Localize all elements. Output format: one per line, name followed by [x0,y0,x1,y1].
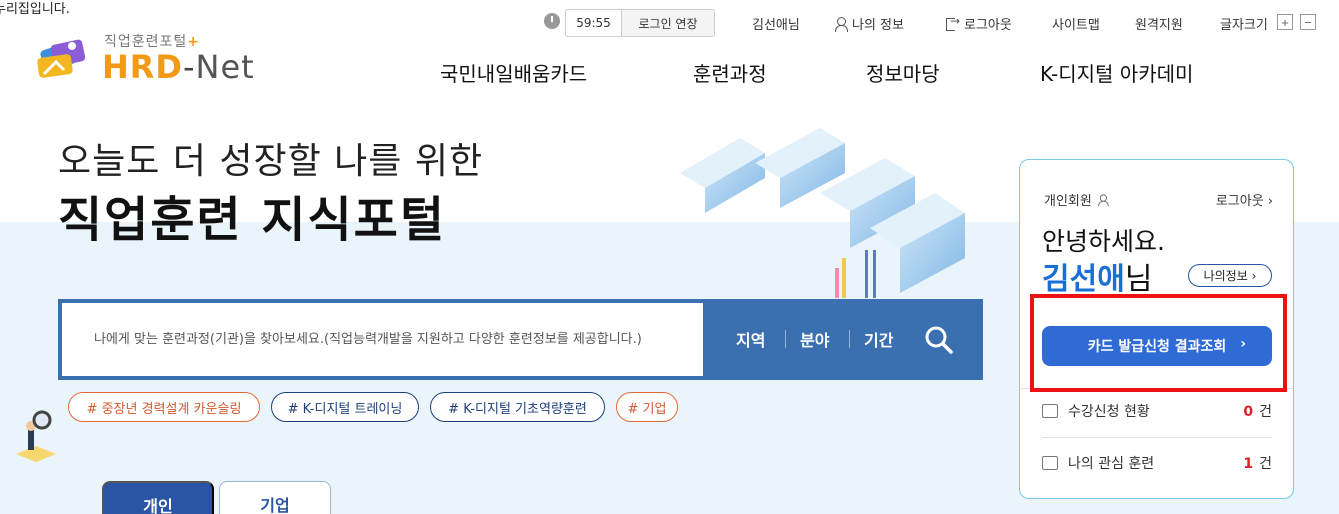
enrollment-status-row[interactable]: 수강신청 현황 0건 [1042,396,1272,426]
chevron-right-icon: › [1267,194,1273,209]
gnb-info-square[interactable]: 정보마당 [866,58,940,87]
enrollment-count-value: 0 [1243,404,1254,420]
logout-icon [946,14,960,31]
tag-k-digital-basic[interactable]: # K-디지털 기초역량훈련 [430,392,605,422]
interest-training-label: 나의 관심 훈련 [1068,456,1155,472]
filter-divider [849,330,850,348]
interest-count-value: 1 [1243,456,1254,472]
tab-company[interactable]: 기업 [219,481,331,514]
hrd-net-logo[interactable]: 직업훈련포털+ HRD-Net [34,28,264,88]
login-extend-button[interactable]: 로그인 연장 [622,10,714,36]
font-size-decrease-button[interactable]: − [1300,14,1316,30]
panel-myinfo-button[interactable]: 나의정보 › [1188,264,1272,287]
count-unit: 건 [1259,404,1272,420]
panel-logout-label: 로그아웃 [1215,194,1264,209]
logo-wordmark: HRD-Net [102,48,255,86]
card-issue-result-button[interactable]: 카드 발급신청 결과조회 › [1042,326,1272,366]
person-icon [1097,193,1109,206]
logout-label: 로그아웃 [964,18,1012,33]
search-icon[interactable] [924,325,954,355]
monitor-icon [1042,404,1058,418]
session-timer: 59:55 로그인 연장 [565,9,715,37]
user-name-suffix: 님 [1124,262,1153,297]
logout-link[interactable]: 로그아웃 [946,14,1012,33]
person-icon [834,16,848,32]
search-bar: 지역 분야 기간 [58,299,983,380]
filter-period-button[interactable]: 기간 [864,327,893,351]
tag-midcareer-counseling[interactable]: # 중장년 경력설계 카운슬링 [68,392,260,422]
font-size-label: 글자크기 [1220,18,1268,33]
card-issue-result-label: 카드 발급신청 결과조회 [1087,339,1227,355]
hero-title: 직업훈련 지식포털 [58,192,446,248]
count-unit: 건 [1259,456,1272,472]
search-input[interactable] [62,303,703,376]
enrollment-count: 0건 [1243,401,1272,421]
filter-region-button[interactable]: 지역 [736,327,765,351]
panel-logout-link[interactable]: 로그아웃 › [1216,190,1273,209]
my-info-link[interactable]: 나의 정보 [834,14,904,33]
hrd-3d-illustration [680,128,965,298]
panel-divider [1020,388,1293,389]
member-type: 개인회원 [1044,190,1114,209]
enrollment-status-label: 수강신청 현황 [1068,404,1150,420]
filter-field-button[interactable]: 분야 [800,327,829,351]
greeting-text: 안녕하세요. [1042,227,1165,256]
filter-divider [785,330,786,348]
remote-support-link[interactable]: 원격지원 [1135,14,1183,33]
font-size-increase-button[interactable]: + [1277,14,1293,30]
user-panel: 개인회원 로그아웃 › 안녕하세요. 김선애님 나의정보 › 카드 발급신청 결… [1019,159,1294,499]
panel-myinfo-label: 나의정보 [1203,269,1248,283]
top-notice-text: 누리집입니다. [0,2,70,17]
user-name-value: 김선애 [1042,262,1125,297]
gnb-k-digital-academy[interactable]: K-디지털 아카데미 [1040,58,1193,87]
tab-individual[interactable]: 개인 [102,481,214,514]
user-name: 김선애님 [1042,254,1152,298]
mascot-illustration [16,410,56,462]
hero-subtitle: 오늘도 더 성장할 나를 위한 [58,141,484,182]
chevron-right-icon: › [1251,268,1257,283]
sitemap-link[interactable]: 사이트맵 [1052,14,1100,33]
interest-count: 1건 [1243,453,1272,473]
user-greeting: 김선애님 [752,18,800,33]
chevron-right-icon: › [1240,336,1246,352]
folder-icon [1042,456,1058,470]
row-divider [1042,437,1272,438]
tag-k-digital-training[interactable]: # K-디지털 트레이닝 [271,392,419,422]
gnb-training-courses[interactable]: 훈련과정 [693,58,767,87]
gnb-national-card[interactable]: 국민내일배움카드 [440,58,587,87]
clock-icon [544,13,560,29]
member-type-label: 개인회원 [1044,194,1092,209]
page: 누리집입니다. 직업훈련포털+ HRD-Net 59:55 로그인 연장 김선애… [0,0,1339,514]
tag-company[interactable]: # 기업 [616,392,678,422]
my-info-label: 나의 정보 [852,18,904,33]
interest-training-row[interactable]: 나의 관심 훈련 1건 [1042,448,1272,478]
timer-value: 59:55 [566,10,622,36]
logo-mark-icon [37,39,86,78]
